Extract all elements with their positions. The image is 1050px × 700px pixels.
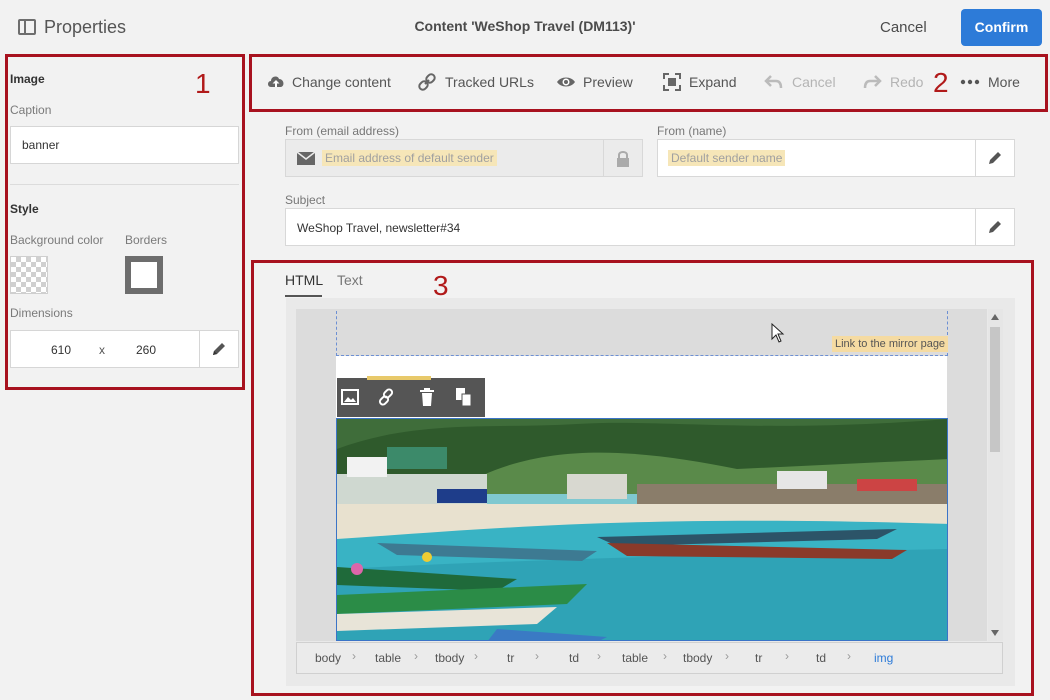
field-divider [603,140,604,176]
from-email-placeholder: Email address of default sender [322,150,497,166]
from-name-placeholder: Default sender name [668,150,786,166]
confirm-button[interactable]: Confirm [961,9,1042,46]
annotation-number-1: 1 [195,68,211,99]
from-email-field: Email address of default sender [285,139,643,177]
from-email-label: From (email address) [285,124,400,138]
cancel-button[interactable]: Cancel [880,19,927,36]
annotation-number-3: 3 [433,270,449,301]
top-bar: Properties Content 'WeShop Travel (DM113… [0,0,1050,56]
subject-label: Subject [285,193,326,207]
annotation-box-2 [249,54,1048,112]
from-name-label: From (name) [657,124,727,138]
subject-value: WeShop Travel, newsletter#34 [297,221,461,235]
field-divider [975,140,976,176]
edit-subject-icon[interactable] [986,218,1004,236]
annotation-box-3 [251,260,1034,696]
from-name-field[interactable]: Default sender name [657,139,1015,177]
subject-field[interactable]: WeShop Travel, newsletter#34 [285,208,1015,246]
edit-from-name-icon[interactable] [986,149,1004,167]
lock-icon [617,151,629,167]
annotation-box-1 [5,54,245,390]
envelope-icon [297,152,315,165]
annotation-number-2: 2 [933,67,949,98]
field-divider [975,209,976,245]
